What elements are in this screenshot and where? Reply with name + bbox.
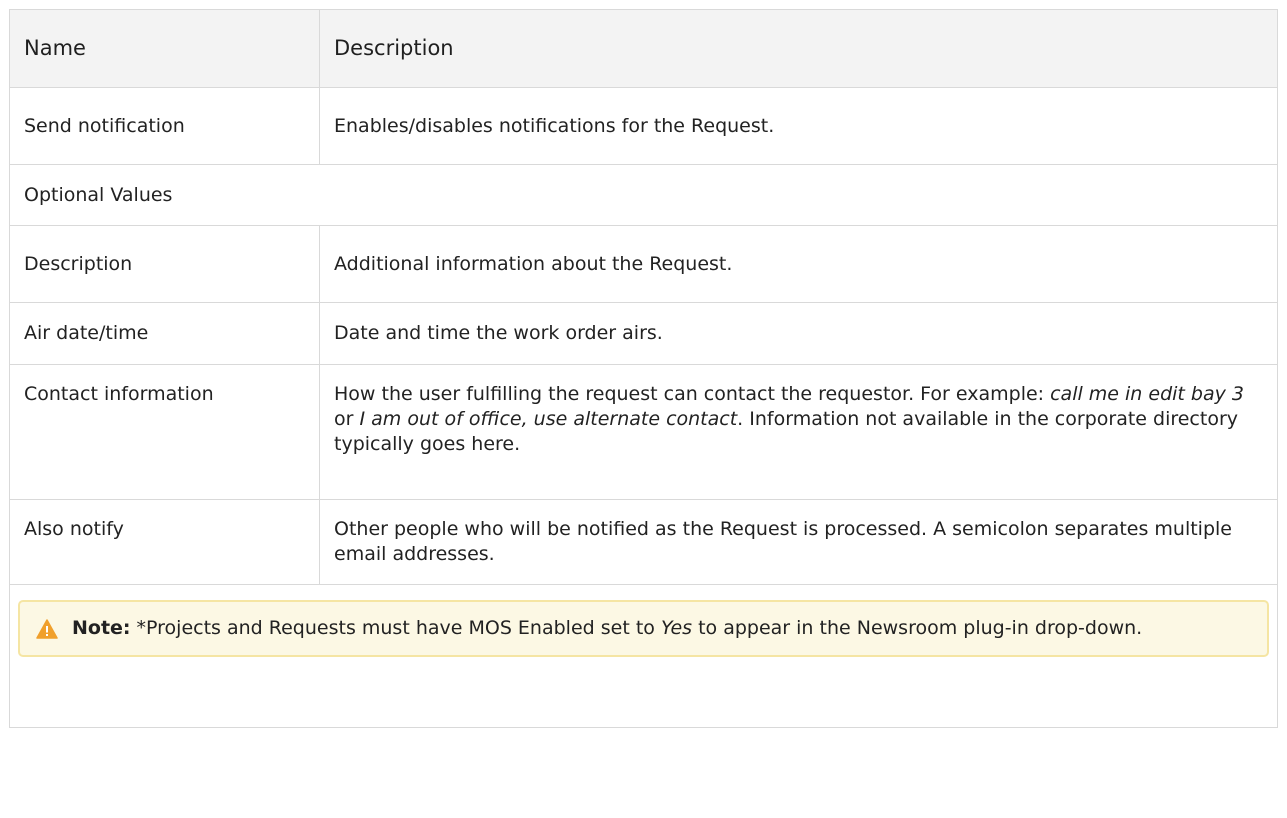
table-row: Description Additional information about… <box>9 225 1278 303</box>
contact-text-2: or <box>334 408 360 430</box>
note-text: Note: *Projects and Requests must have MO… <box>72 616 1142 641</box>
table-header-row: Name Description <box>9 9 1278 88</box>
note-text-2: to appear in the Newsroom plug-in drop-d… <box>692 617 1143 639</box>
contact-example-2: I am out of office, use alternate contac… <box>359 408 738 430</box>
note-callout: Note: *Projects and Requests must have MO… <box>18 600 1269 657</box>
note-label: Note: <box>72 617 131 639</box>
row-description: Enables/disables notifications for the R… <box>319 87 1278 165</box>
contact-example-1: call me in edit bay 3 <box>1050 383 1244 405</box>
section-row: Optional Values <box>9 164 1278 226</box>
note-emphasis: Yes <box>660 617 693 639</box>
row-name: Send notification <box>9 87 320 165</box>
section-title: Optional Values <box>9 164 1278 226</box>
row-name: Description <box>9 225 320 303</box>
table-row: Also notify Other people who will be not… <box>9 499 1278 585</box>
table-row: Contact information How the user fulfill… <box>9 364 1278 500</box>
warning-icon <box>36 619 58 639</box>
column-header-name: Name <box>9 9 320 88</box>
column-header-description: Description <box>319 9 1278 88</box>
row-name: Contact information <box>9 364 320 500</box>
row-description: Date and time the work order airs. <box>319 302 1278 365</box>
table-row: Air date/time Date and time the work ord… <box>9 302 1278 365</box>
row-description: How the user fulfilling the request can … <box>319 364 1278 500</box>
note-cell: Note: *Projects and Requests must have MO… <box>9 584 1278 728</box>
contact-text-1: How the user fulfilling the request can … <box>334 383 1051 405</box>
note-row: Note: *Projects and Requests must have MO… <box>9 584 1278 728</box>
row-description: Additional information about the Request… <box>319 225 1278 303</box>
row-description: Other people who will be notified as the… <box>319 499 1278 585</box>
row-name: Air date/time <box>9 302 320 365</box>
row-name: Also notify <box>9 499 320 585</box>
note-text-1: *Projects and Requests must have MOS Ena… <box>136 617 661 639</box>
table-row: Send notification Enables/disables notif… <box>9 87 1278 165</box>
optional-values-table: Name Description Send notification Enabl… <box>9 9 1278 728</box>
